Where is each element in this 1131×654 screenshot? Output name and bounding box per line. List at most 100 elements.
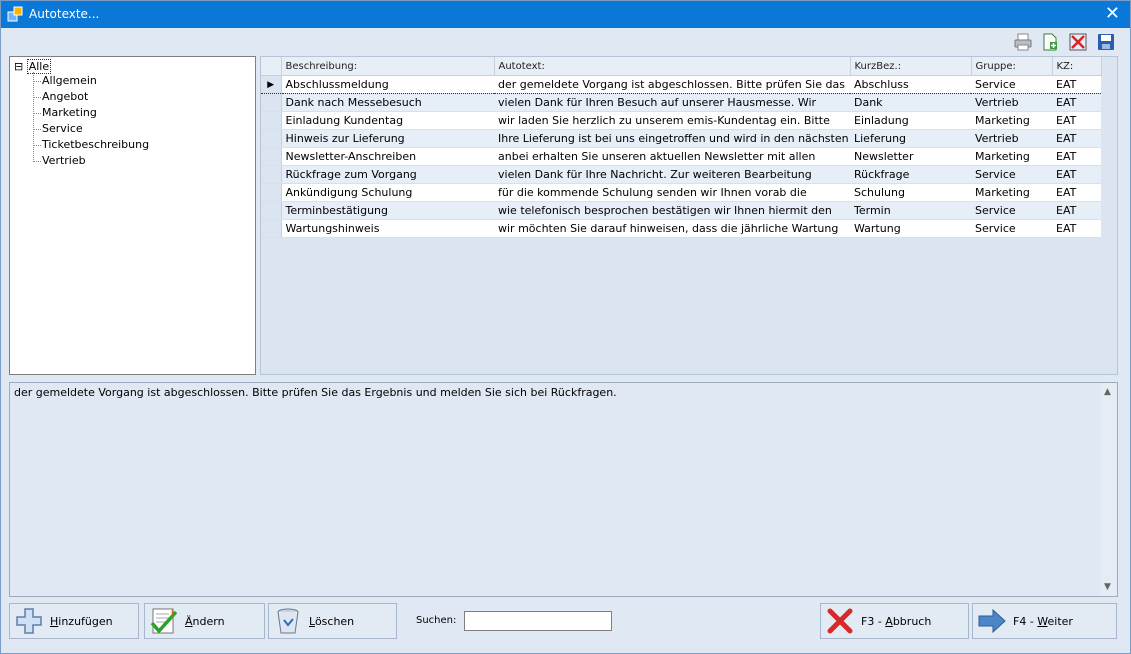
cell-autotext[interactable]: anbei erhalten Sie unseren aktuellen New… — [494, 147, 850, 166]
printer-icon[interactable] — [1013, 32, 1033, 52]
row-indicator — [261, 147, 282, 166]
cell-kz[interactable]: EAT — [1052, 111, 1101, 130]
autotext-grid[interactable]: Beschreibung: Autotext: KurzBez.: Gruppe… — [260, 56, 1118, 375]
app-icon — [7, 6, 23, 22]
cell-kurzbez[interactable]: Newsletter — [850, 147, 971, 166]
cell-kurzbez[interactable]: Lieferung — [850, 129, 971, 148]
column-header-autotext[interactable]: Autotext: — [494, 57, 851, 76]
tree-item-ticketbeschreibung[interactable]: Ticketbeschreibung — [42, 138, 149, 152]
cell-gruppe[interactable]: Vertrieb — [971, 93, 1052, 112]
tree-item-marketing[interactable]: Marketing — [42, 106, 97, 120]
cell-gruppe[interactable]: Marketing — [971, 183, 1052, 202]
cell-beschreibung[interactable]: Hinweis zur Lieferung — [281, 129, 494, 148]
cell-kz[interactable]: EAT — [1052, 219, 1101, 238]
table-row[interactable]: Wartungshinweis wir möchten Sie darauf h… — [261, 219, 1101, 238]
current-row-arrow-icon: ▶ — [261, 75, 282, 94]
svg-text:!: ! — [170, 608, 174, 621]
cell-autotext[interactable]: vielen Dank für Ihre Nachricht. Zur weit… — [494, 165, 850, 184]
cell-kz[interactable]: EAT — [1052, 201, 1101, 220]
autotext-preview[interactable]: der gemeldete Vorgang ist abgeschlossen.… — [9, 382, 1118, 597]
cell-gruppe[interactable]: Service — [971, 75, 1052, 94]
cell-gruppe[interactable]: Marketing — [971, 147, 1052, 166]
add-button[interactable]: Hinzufügen — [9, 603, 139, 639]
column-header-beschreibung[interactable]: Beschreibung: — [281, 57, 495, 76]
tree-item-angebot[interactable]: Angebot — [42, 90, 88, 104]
cell-gruppe[interactable]: Service — [971, 201, 1052, 220]
search-input[interactable] — [464, 611, 612, 631]
delete-button[interactable]: Löschen — [268, 603, 397, 639]
scroll-down-icon[interactable]: ▼ — [1104, 582, 1111, 592]
cell-kurzbez[interactable]: Rückfrage — [850, 165, 971, 184]
cell-kz[interactable]: EAT — [1052, 129, 1101, 148]
edit-button[interactable]: ! Ändern — [144, 603, 265, 639]
row-indicator-header — [261, 57, 282, 76]
add-button-label: Hinzufügen — [50, 614, 113, 628]
cell-autotext[interactable]: der gemeldete Vorgang ist abgeschlossen.… — [494, 75, 850, 94]
cell-beschreibung[interactable]: Dank nach Messebesuch — [281, 93, 494, 112]
arrow-right-icon — [978, 608, 1006, 634]
save-icon[interactable] — [1096, 32, 1116, 52]
cell-kurzbez[interactable]: Dank — [850, 93, 971, 112]
cell-beschreibung[interactable]: Rückfrage zum Vorgang — [281, 165, 494, 184]
trash-icon — [277, 608, 299, 634]
next-button[interactable]: F4 - Weiter — [972, 603, 1117, 639]
preview-text[interactable]: der gemeldete Vorgang ist abgeschlossen.… — [14, 386, 617, 399]
table-row[interactable]: Einladung Kundentag wir laden Sie herzli… — [261, 111, 1101, 130]
scroll-up-icon[interactable]: ▲ — [1104, 387, 1111, 397]
cell-autotext[interactable]: wie telefonisch besprochen bestätigen wi… — [494, 201, 850, 220]
tree-item-allgemein[interactable]: Allgemein — [42, 74, 97, 88]
plus-icon — [16, 608, 42, 634]
cell-gruppe[interactable]: Service — [971, 219, 1052, 238]
close-icon[interactable]: ✕ — [1105, 3, 1120, 24]
cell-beschreibung[interactable]: Newsletter-Anschreiben — [281, 147, 494, 166]
cell-beschreibung[interactable]: Einladung Kundentag — [281, 111, 494, 130]
cell-kurzbez[interactable]: Termin — [850, 201, 971, 220]
row-indicator — [261, 129, 282, 148]
cell-beschreibung[interactable]: Wartungshinweis — [281, 219, 494, 238]
table-row[interactable]: ▶ Abschlussmeldung der gemeldete Vorgang… — [261, 75, 1101, 94]
cell-autotext[interactable]: wir laden Sie herzlich zu unserem emis-K… — [494, 111, 850, 130]
edit-button-label: Ändern — [185, 614, 225, 628]
table-row[interactable]: Terminbestätigung wie telefonisch bespro… — [261, 201, 1101, 220]
cell-kurzbez[interactable]: Abschluss — [850, 75, 971, 94]
collapse-toggle-icon[interactable]: ⊟ — [14, 60, 23, 73]
tree-root-label[interactable]: Alle — [26, 59, 52, 74]
column-header-kz[interactable]: KZ: — [1052, 57, 1102, 76]
cell-kurzbez[interactable]: Einladung — [850, 111, 971, 130]
delete-icon[interactable] — [1068, 32, 1088, 52]
search-label: Suchen: — [416, 615, 457, 626]
cell-beschreibung[interactable]: Ankündigung Schulung — [281, 183, 494, 202]
cell-autotext[interactable]: Ihre Lieferung ist bei uns eingetroffen … — [494, 129, 850, 148]
cell-kurzbez[interactable]: Schulung — [850, 183, 971, 202]
cell-beschreibung[interactable]: Abschlussmeldung — [281, 75, 494, 94]
tree-item-vertrieb[interactable]: Vertrieb — [42, 154, 86, 168]
column-header-kurzbez[interactable]: KurzBez.: — [850, 57, 972, 76]
cell-autotext[interactable]: für die kommende Schulung senden wir Ihn… — [494, 183, 850, 202]
row-indicator — [261, 111, 282, 130]
cell-kurzbez[interactable]: Wartung — [850, 219, 971, 238]
new-document-icon[interactable] — [1040, 32, 1060, 52]
cell-gruppe[interactable]: Service — [971, 165, 1052, 184]
preview-scrollbar[interactable]: ▲ ▼ — [1101, 383, 1117, 596]
row-indicator — [261, 183, 282, 202]
table-row[interactable]: Rückfrage zum Vorgang vielen Dank für Ih… — [261, 165, 1101, 184]
cell-kz[interactable]: EAT — [1052, 183, 1101, 202]
cell-autotext[interactable]: vielen Dank für Ihren Besuch auf unserer… — [494, 93, 850, 112]
grid-header-row: Beschreibung: Autotext: KurzBez.: Gruppe… — [261, 57, 1102, 76]
cell-gruppe[interactable]: Marketing — [971, 111, 1052, 130]
table-row[interactable]: Ankündigung Schulung für die kommende Sc… — [261, 183, 1101, 202]
table-row[interactable]: Hinweis zur Lieferung Ihre Lieferung ist… — [261, 129, 1101, 148]
cell-kz[interactable]: EAT — [1052, 75, 1101, 94]
cell-autotext[interactable]: wir möchten Sie darauf hinweisen, dass d… — [494, 219, 850, 238]
cell-kz[interactable]: EAT — [1052, 165, 1101, 184]
cell-beschreibung[interactable]: Terminbestätigung — [281, 201, 494, 220]
tree-item-service[interactable]: Service — [42, 122, 83, 136]
column-header-gruppe[interactable]: Gruppe: — [971, 57, 1053, 76]
cell-kz[interactable]: EAT — [1052, 93, 1101, 112]
cell-gruppe[interactable]: Vertrieb — [971, 129, 1052, 148]
group-tree[interactable]: ⊟ Alle Allgemein Angebot Marketing Servi… — [9, 56, 256, 375]
table-row[interactable]: Newsletter-Anschreiben anbei erhalten Si… — [261, 147, 1101, 166]
cell-kz[interactable]: EAT — [1052, 147, 1101, 166]
table-row[interactable]: Dank nach Messebesuch vielen Dank für Ih… — [261, 93, 1101, 112]
cancel-button[interactable]: F3 - Abbruch — [820, 603, 969, 639]
